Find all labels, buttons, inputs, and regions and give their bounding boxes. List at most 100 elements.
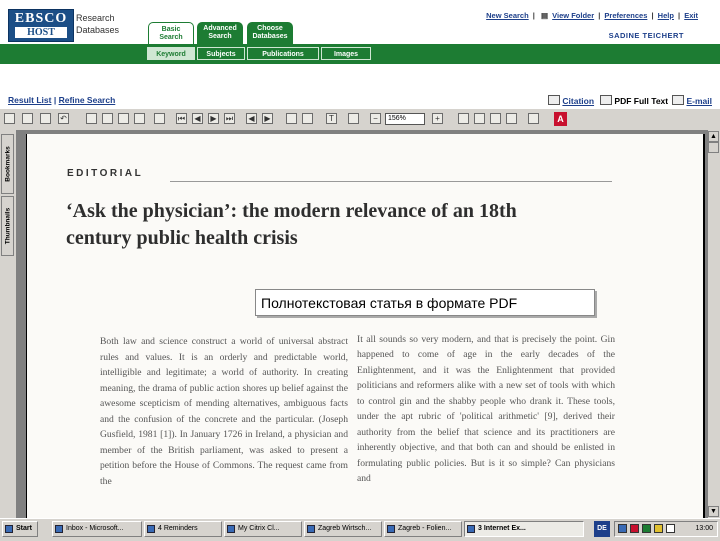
hand-tool-icon[interactable] [286, 113, 297, 124]
prev-page-icon[interactable]: ◀ [192, 113, 203, 124]
cut-icon[interactable] [102, 113, 113, 124]
start-button[interactable]: Start [2, 521, 38, 537]
section-label: EDITORIAL [67, 168, 144, 179]
find-icon[interactable] [86, 113, 97, 124]
new-search-link[interactable]: New Search [486, 11, 529, 20]
zoom-tool-icon[interactable] [302, 113, 313, 124]
tab-label: Basic [161, 26, 181, 33]
refine-search-link[interactable]: Refine Search [59, 95, 116, 105]
ebsco-logo[interactable]: EBSCO HOST [8, 9, 74, 42]
zoom-out-icon[interactable]: − [370, 113, 381, 124]
record-format-links: Citation PDF Full Text E-mail [548, 95, 712, 106]
taskbar-button[interactable]: 4 Reminders [144, 521, 222, 537]
email-icon [672, 95, 685, 105]
folder-icon: ▤ [540, 11, 549, 20]
citation-link[interactable]: Citation [562, 96, 594, 106]
column-text: It all sounds so very modern, and that i… [357, 333, 615, 485]
last-page-icon[interactable]: ⏭ [224, 113, 235, 124]
breadcrumb-separator: | [53, 95, 57, 105]
tab-basic-search[interactable]: Basic Search [148, 22, 194, 44]
thumbnails-icon[interactable] [154, 113, 165, 124]
taskbar-button[interactable]: Inbox - Microsoft... [52, 521, 142, 537]
scroll-thumb[interactable] [708, 142, 719, 153]
reminder-icon [147, 525, 155, 533]
result-list-link[interactable]: Result List [8, 95, 51, 105]
taskbar-label: Inbox - Microsoft... [66, 525, 124, 532]
user-name: SADINE TEICHERT [608, 31, 684, 40]
brand-text: Research Databases [76, 12, 119, 36]
thumbnails-tab[interactable]: Thumbnails [1, 196, 14, 256]
taskbar-button[interactable]: Zagreb - Folien... [384, 521, 462, 537]
citation-icon [548, 95, 561, 105]
actual-size-icon[interactable] [458, 113, 469, 124]
print-icon[interactable] [22, 113, 33, 124]
tab-choose-databases[interactable]: Choose Databases [247, 22, 293, 44]
pdf-icon [600, 95, 613, 105]
language-indicator[interactable]: DE [594, 521, 610, 537]
email-link[interactable]: E-mail [686, 96, 712, 106]
result-breadcrumb: Result List | Refine Search [8, 95, 115, 105]
taskbar-button[interactable]: Zagreb Wirtsch... [304, 521, 382, 537]
copy-icon[interactable] [40, 113, 51, 124]
first-page-icon[interactable]: ⏮ [176, 113, 187, 124]
tab-advanced-search[interactable]: Advanced Search [197, 22, 243, 44]
view-folder-link[interactable]: View Folder [552, 11, 594, 20]
internet-explorer-icon [467, 525, 475, 533]
brand-line-2: Databases [76, 25, 120, 35]
zoom-in-icon[interactable]: + [432, 113, 443, 124]
tray-printer-icon[interactable] [666, 524, 675, 533]
speaker-icon[interactable] [654, 524, 663, 533]
scroll-up-icon[interactable]: ▲ [708, 131, 719, 142]
taskbar-button[interactable]: My Citrix Cl... [224, 521, 302, 537]
fit-width-icon[interactable] [490, 113, 501, 124]
help-link[interactable]: Help [658, 11, 674, 20]
thumbnails-tab-label: Thumbnails [4, 207, 11, 245]
paste-icon[interactable] [118, 113, 129, 124]
brand-line-1: Research [76, 13, 115, 23]
graphics-select-icon[interactable] [348, 113, 359, 124]
taskbar-label: Zagreb Wirtsch... [318, 525, 372, 532]
tab-label: Choose [257, 25, 283, 32]
logo-bottom-text: HOST [15, 27, 67, 38]
exit-link[interactable]: Exit [684, 11, 698, 20]
text-select-icon[interactable]: T [326, 113, 337, 124]
taskbar-label: 3 Internet Ex... [478, 525, 526, 532]
fit-page-icon[interactable] [474, 113, 485, 124]
back-icon[interactable]: ◀ [246, 113, 257, 124]
citrix-icon [227, 525, 235, 533]
tab-label: Advanced [203, 25, 237, 32]
forward-icon[interactable]: ▶ [262, 113, 273, 124]
fit-visible-icon[interactable] [506, 113, 517, 124]
vertical-scrollbar[interactable] [707, 130, 720, 518]
taskbar-button-active[interactable]: 3 Internet Ex... [464, 521, 584, 537]
bookmarks-tab-label: Bookmarks [4, 146, 11, 182]
outlook-icon [55, 525, 63, 533]
undo-icon[interactable]: ↶ [58, 113, 69, 124]
subnav-keyword[interactable]: Keyword [147, 47, 195, 60]
tab-label: Search [208, 33, 232, 40]
taskbar-label: My Citrix Cl... [238, 525, 280, 532]
top-links: New Search | ▤ View Folder | Preferences… [486, 11, 698, 20]
subnav-publications[interactable]: Publications [247, 47, 319, 60]
subnav-images[interactable]: Images [321, 47, 371, 60]
bookmarks-tab[interactable]: Bookmarks [1, 134, 14, 194]
network-icon[interactable] [618, 524, 627, 533]
select-icon[interactable] [134, 113, 145, 124]
pdf-full-text-label: PDF Full Text [614, 96, 669, 106]
start-label: Start [16, 525, 32, 532]
zoom-level-field[interactable]: 156% [385, 113, 425, 125]
rotate-icon[interactable] [528, 113, 539, 124]
taskbar-label: 4 Reminders [158, 525, 198, 532]
windows-logo-icon [5, 525, 13, 533]
tray-app-icon[interactable] [642, 524, 651, 533]
save-icon[interactable] [4, 113, 15, 124]
section-rule [170, 181, 612, 182]
antivirus-icon[interactable] [630, 524, 639, 533]
acrobat-logo-icon[interactable]: A [554, 112, 567, 126]
subnav-subjects[interactable]: Subjects [197, 47, 245, 60]
preferences-link[interactable]: Preferences [604, 11, 647, 20]
paper-title: ‘Ask the physician’: the modern relevanc… [66, 200, 517, 249]
next-page-icon[interactable]: ▶ [208, 113, 219, 124]
scroll-down-icon[interactable]: ▼ [708, 506, 719, 517]
powerpoint-icon [387, 525, 395, 533]
